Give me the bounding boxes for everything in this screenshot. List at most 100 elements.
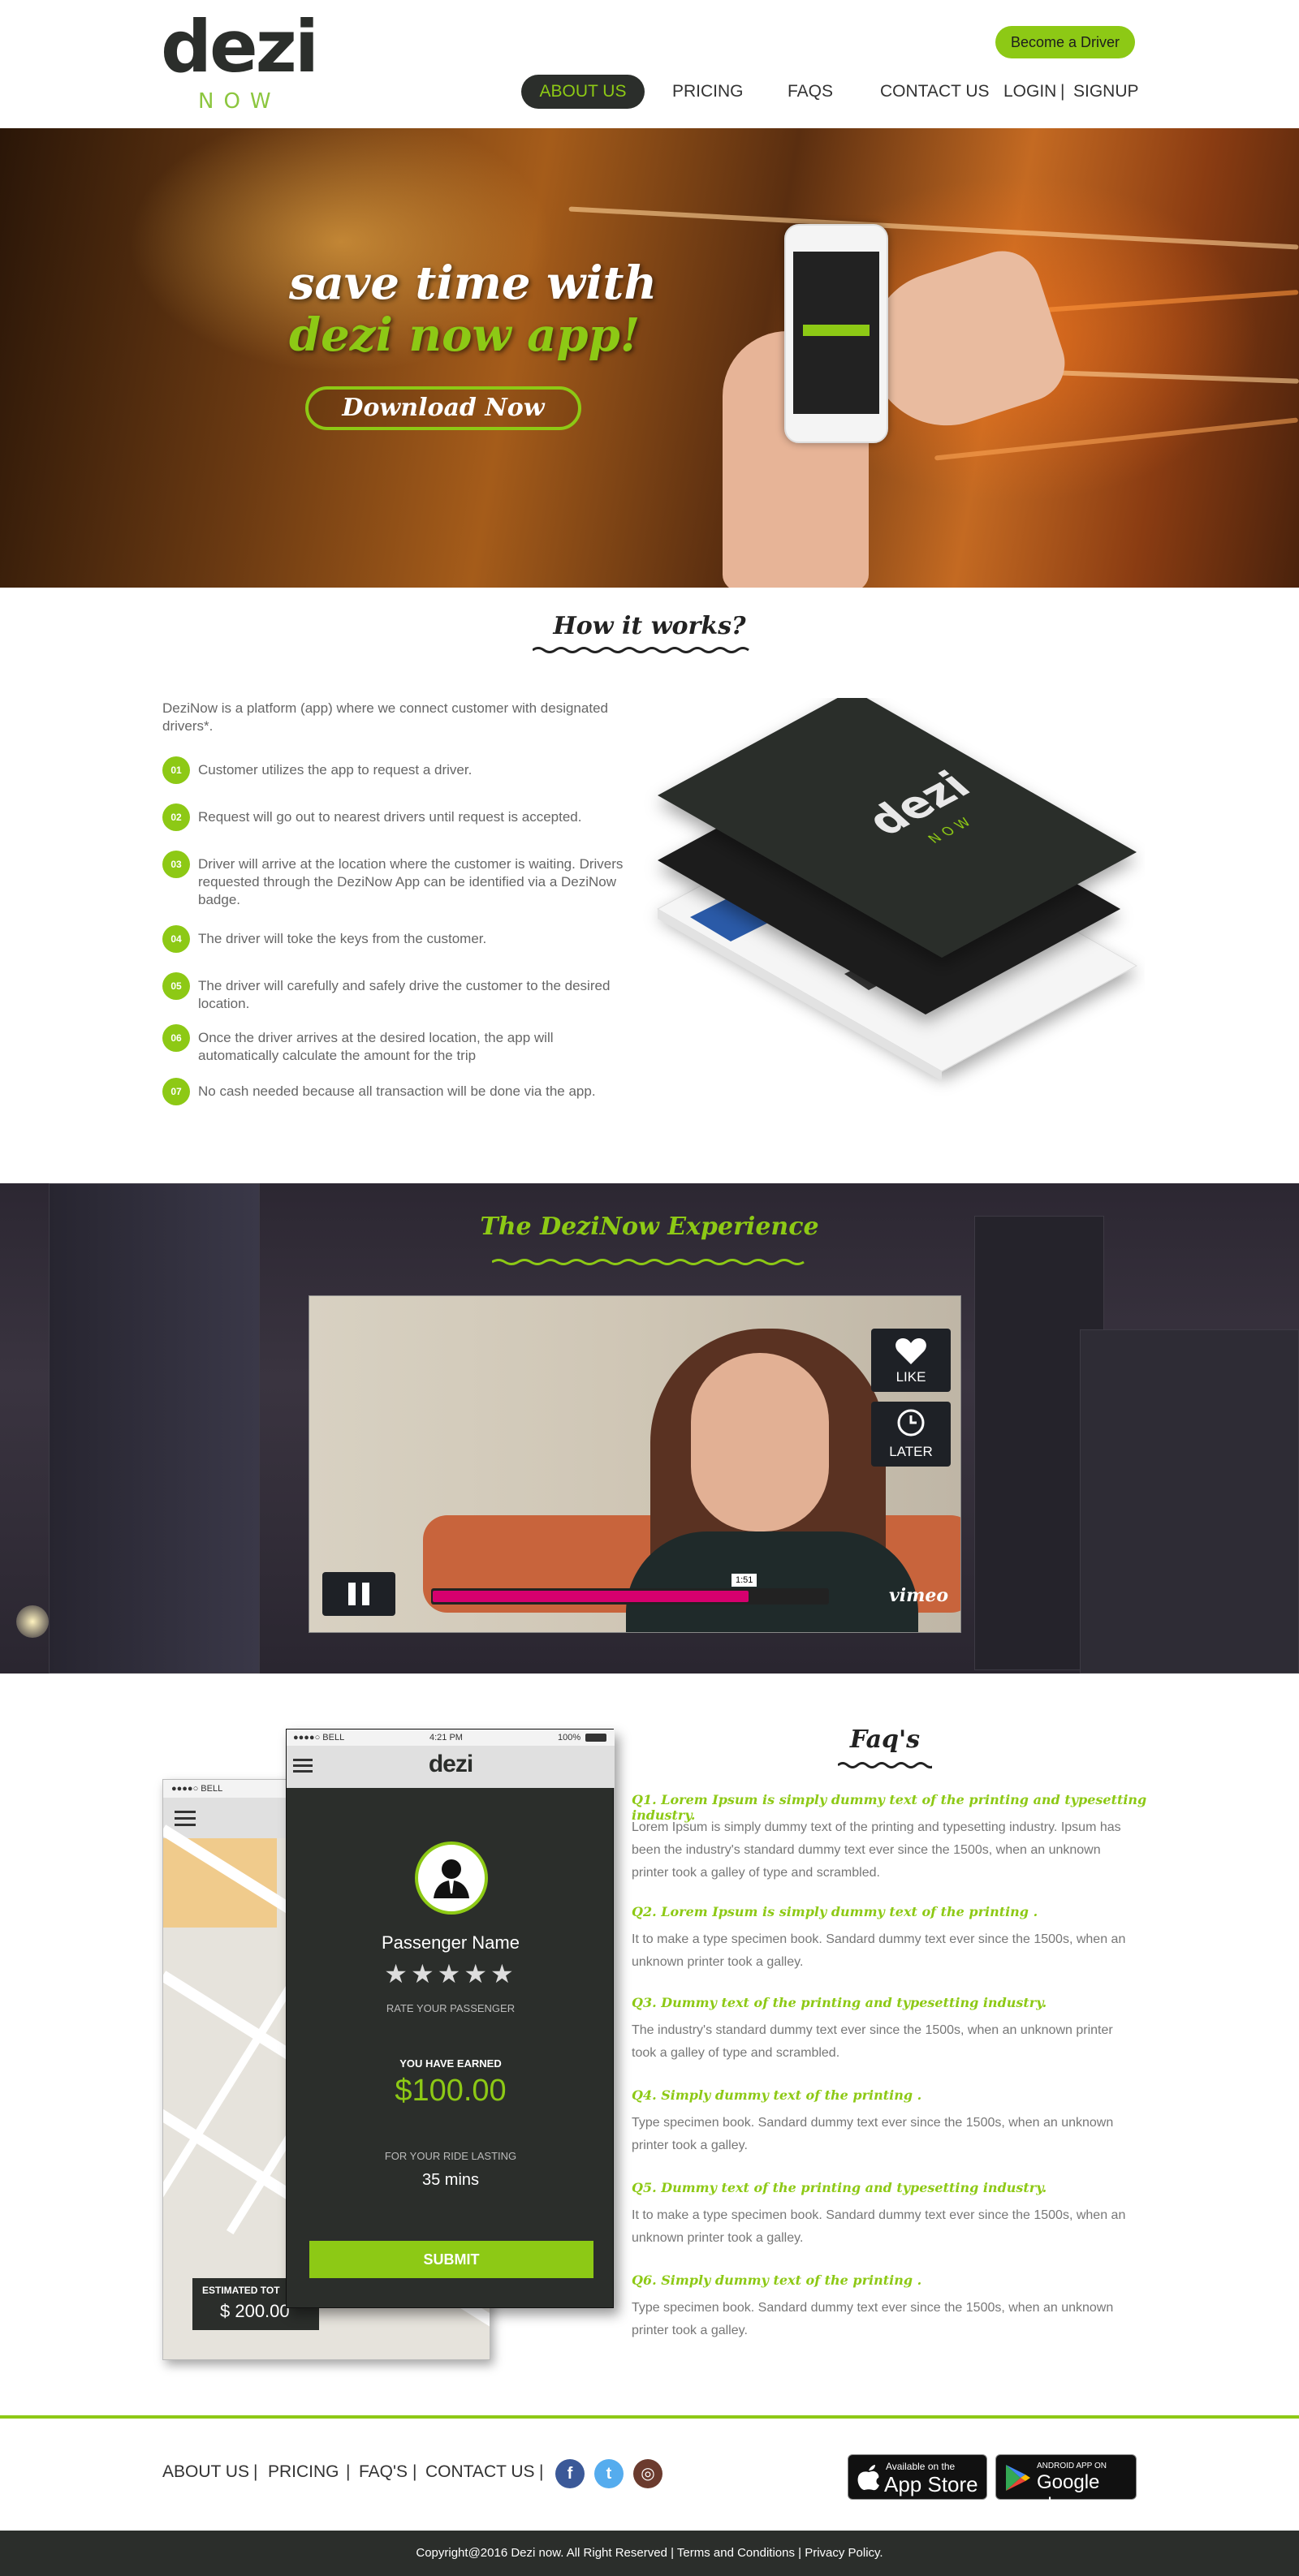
- light-streak: [934, 417, 1299, 461]
- footer-nav-separator: |: [539, 2462, 544, 2481]
- video-progress-bar[interactable]: [431, 1588, 829, 1605]
- download-now-button[interactable]: Download Now: [305, 386, 581, 430]
- video-person-face: [691, 1353, 829, 1531]
- step-text: Driver will arrive at the location where…: [198, 856, 624, 907]
- video-person-body: [626, 1531, 918, 1632]
- battery-icon: [585, 1734, 606, 1742]
- step-number: 05: [162, 972, 190, 1000]
- step-number: 04: [162, 925, 190, 953]
- google-play-icon: [1006, 2465, 1030, 2491]
- faq-answer: Type specimen book. Sandard dummy text e…: [632, 2116, 1114, 2152]
- copyright-bar: Copyright@2016 Dezi now. All Right Reser…: [0, 2531, 1299, 2576]
- video-time: 1:51: [731, 1574, 757, 1587]
- pause-icon: [348, 1583, 369, 1605]
- step-text: No cash needed because all transaction w…: [198, 1083, 596, 1099]
- status-carrier: ●●●●○ BELL: [293, 1733, 345, 1742]
- nav-signup[interactable]: SIGNUP: [1073, 75, 1139, 109]
- faq-answer: It to make a type specimen book. Sandard…: [632, 1932, 1126, 1969]
- footer-nav-separator: |: [412, 2462, 417, 2481]
- title-underline: [838, 1762, 932, 1768]
- video-section: The DeziNow Experience LIKE LATER 1:51 v…: [0, 1183, 1299, 1674]
- step-number: 07: [162, 1078, 190, 1105]
- building: [49, 1183, 260, 1674]
- status-time: 4:21 PM: [429, 1733, 463, 1742]
- heart-icon: [895, 1338, 926, 1364]
- phone-image: [784, 224, 888, 443]
- site-header: dezi NOW Become a Driver ABOUT US PRICIN…: [0, 0, 1299, 128]
- footer-nav-contact-us[interactable]: CONTACT US: [425, 2462, 535, 2482]
- faq-question[interactable]: Q2. Lorem Ipsum is simply dummy text of …: [632, 1904, 1151, 1919]
- become-driver-button[interactable]: Become a Driver: [995, 26, 1135, 58]
- nav-about-us[interactable]: ABOUT US: [521, 75, 645, 109]
- step-text: Request will go out to nearest drivers u…: [198, 809, 582, 825]
- status-battery: 100%: [558, 1733, 581, 1742]
- twitter-icon[interactable]: t: [594, 2459, 624, 2488]
- footer-nav-about-us[interactable]: ABOUT US: [162, 2462, 249, 2482]
- footer-divider: [0, 2415, 1299, 2419]
- rating-stars[interactable]: ★★★★★: [287, 1958, 615, 1989]
- google-play-big-text: Google play: [1037, 2471, 1100, 2516]
- submit-button[interactable]: SUBMIT: [309, 2241, 593, 2278]
- pause-button[interactable]: [322, 1572, 395, 1616]
- estimated-total-label: ESTIMATED TOT: [202, 2285, 280, 2296]
- footer-nav-faqs[interactable]: FAQ'S: [359, 2462, 408, 2482]
- watch-later-button[interactable]: LATER: [871, 1402, 951, 1467]
- apple-icon: [857, 2465, 879, 2491]
- nav-faqs[interactable]: FAQS: [788, 75, 833, 109]
- how-it-works-intro: DeziNow is a platform (app) where we con…: [162, 700, 608, 734]
- faq-answer: It to make a type specimen book. Sandard…: [632, 2208, 1126, 2245]
- facebook-icon[interactable]: f: [555, 2459, 585, 2488]
- app-store-big-text: App Store: [884, 2472, 978, 2496]
- vimeo-logo[interactable]: vimeo: [889, 1585, 948, 1606]
- like-label: LIKE: [895, 1369, 926, 1385]
- faq-answer: Lorem Ipsum is simply dummy text of the …: [632, 1820, 1121, 1880]
- app-header-bar: dezi: [287, 1746, 615, 1788]
- status-bar: ●●●●○ BELL 4:21 PM 100%: [287, 1730, 615, 1746]
- nav-login[interactable]: LOGIN: [1003, 75, 1056, 109]
- logo-subtitle: NOW: [198, 89, 281, 114]
- video-player[interactable]: LIKE LATER 1:51 vimeo: [309, 1295, 961, 1633]
- passenger-avatar: [415, 1842, 488, 1915]
- earned-value: $100.00: [395, 2074, 507, 2108]
- step-text: Once the driver arrives at the desired l…: [198, 1030, 554, 1063]
- hero-banner: save time with dezi now app! Download No…: [0, 128, 1299, 588]
- building: [1080, 1329, 1299, 1674]
- city-light: [16, 1605, 49, 1638]
- faq-question[interactable]: Q3. Dummy text of the printing and types…: [632, 1995, 1151, 2010]
- faq-question[interactable]: Q5. Dummy text of the printing and types…: [632, 2180, 1151, 2195]
- faq-question[interactable]: Q6. Simply dummy text of the printing .: [632, 2272, 1151, 2288]
- like-button[interactable]: LIKE: [871, 1329, 951, 1392]
- step-text: The driver will carefully and safely dri…: [198, 978, 611, 1011]
- menu-icon: [175, 1811, 196, 1826]
- hero-headline: save time with: [289, 256, 658, 310]
- step-text: The driver will toke the keys from the c…: [198, 931, 487, 946]
- later-label: LATER: [889, 1444, 933, 1459]
- nav-pricing[interactable]: PRICING: [672, 75, 744, 109]
- ride-duration-label: FOR YOUR RIDE LASTING: [384, 2150, 517, 2162]
- app-store-small-text: Available on the: [886, 2461, 956, 2472]
- step-number: 01: [162, 756, 190, 784]
- instagram-icon[interactable]: ◎: [633, 2459, 662, 2488]
- faq-question[interactable]: Q4. Simply dummy text of the printing .: [632, 2087, 1151, 2103]
- faq-title: Faq's: [849, 1725, 921, 1754]
- estimated-total-value: $ 200.00: [220, 2301, 290, 2321]
- faq-answer: Type specimen book. Sandard dummy text e…: [632, 2301, 1114, 2337]
- nav-separator: |: [1060, 82, 1065, 101]
- step-number: 06: [162, 1024, 190, 1052]
- title-underline: [492, 1259, 805, 1265]
- video-progress-fill: [433, 1591, 749, 1602]
- google-play-badge[interactable]: ANDROID APP ON Google play: [995, 2454, 1137, 2516]
- ride-duration-value: 35 mins: [421, 2171, 480, 2189]
- phone-screen: [793, 252, 879, 414]
- logo[interactable]: dezi: [161, 6, 319, 88]
- step-text: Customer utilizes the app to request a d…: [198, 762, 473, 778]
- how-it-works-title: How it works?: [553, 612, 746, 640]
- faq-answer: The industry's standard dummy text ever …: [632, 2023, 1113, 2060]
- footer-nav-separator: |: [346, 2462, 351, 2481]
- step-number: 02: [162, 803, 190, 831]
- footer-nav-pricing[interactable]: PRICING: [268, 2462, 339, 2482]
- nav-contact-us[interactable]: CONTACT US: [880, 75, 990, 109]
- video-section-title: The DeziNow Experience: [480, 1213, 819, 1241]
- rate-passenger-screen-mockup: ●●●●○ BELL 4:21 PM 100% dezi Passenger N…: [286, 1729, 615, 2308]
- app-store-badge[interactable]: Available on the App Store: [848, 2454, 987, 2500]
